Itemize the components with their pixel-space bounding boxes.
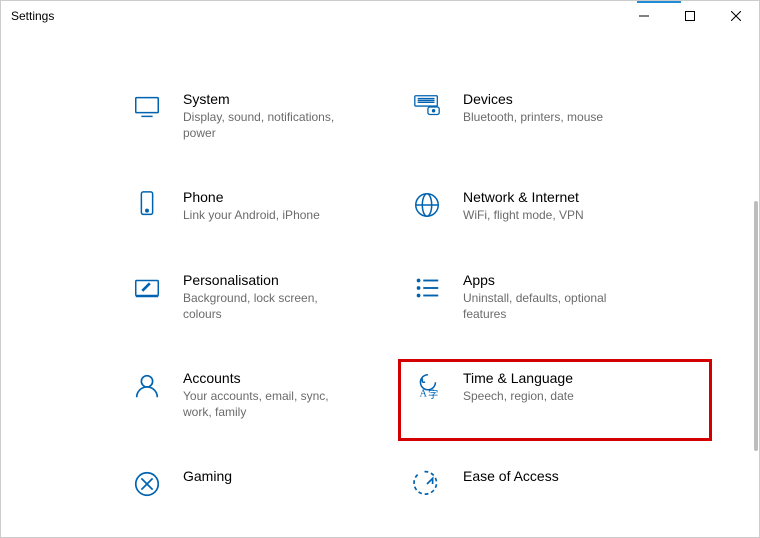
category-name: Gaming (183, 468, 232, 484)
category-desc: WiFi, flight mode, VPN (463, 207, 584, 223)
phone-icon (131, 189, 163, 221)
category-name: Ease of Access (463, 468, 559, 484)
category-desc: Speech, region, date (463, 388, 574, 404)
settings-grid: System Display, sound, notifications, po… (1, 31, 759, 500)
minimize-button[interactable] (621, 1, 667, 31)
devices-icon (411, 91, 443, 123)
category-name: Apps (463, 272, 638, 288)
category-name: Network & Internet (463, 189, 584, 205)
category-desc: Bluetooth, printers, mouse (463, 109, 603, 125)
content-area: System Display, sound, notifications, po… (1, 31, 759, 537)
category-network[interactable]: Network & Internet WiFi, flight mode, VP… (411, 189, 691, 223)
category-name: Time & Language (463, 370, 574, 386)
svg-text:A: A (420, 388, 428, 399)
category-name: Personalisation (183, 272, 358, 288)
category-name: Devices (463, 91, 603, 107)
gaming-icon (131, 468, 163, 500)
close-button[interactable] (713, 1, 759, 31)
window-title: Settings (1, 9, 54, 23)
titlebar: Settings (1, 1, 759, 31)
category-phone[interactable]: Phone Link your Android, iPhone (131, 189, 411, 223)
category-desc: Uninstall, defaults, optional features (463, 290, 638, 322)
category-accounts[interactable]: Accounts Your accounts, email, sync, wor… (131, 370, 411, 420)
category-gaming[interactable]: Gaming (131, 468, 411, 500)
category-devices[interactable]: Devices Bluetooth, printers, mouse (411, 91, 691, 141)
maximize-button[interactable] (667, 1, 713, 31)
category-desc: Display, sound, notifications, power (183, 109, 358, 141)
ease-of-access-icon (411, 468, 443, 500)
time-language-icon: A 字 (411, 370, 443, 402)
category-time-language[interactable]: A 字 Time & Language Speech, region, date (398, 359, 712, 441)
network-icon (411, 189, 443, 221)
category-desc: Link your Android, iPhone (183, 207, 320, 223)
category-ease-of-access[interactable]: Ease of Access (411, 468, 691, 500)
svg-text:字: 字 (428, 388, 438, 401)
category-desc: Background, lock screen, colours (183, 290, 358, 322)
category-system[interactable]: System Display, sound, notifications, po… (131, 91, 411, 141)
category-name: Phone (183, 189, 320, 205)
system-icon (131, 91, 163, 123)
category-desc: Your accounts, email, sync, work, family (183, 388, 358, 420)
apps-icon (411, 272, 443, 304)
category-name: System (183, 91, 358, 107)
accounts-icon (131, 370, 163, 402)
category-apps[interactable]: Apps Uninstall, defaults, optional featu… (411, 272, 691, 322)
personalisation-icon (131, 272, 163, 304)
scrollbar-thumb[interactable] (754, 201, 758, 451)
tab-accent-bar (637, 1, 681, 3)
category-personalisation[interactable]: Personalisation Background, lock screen,… (131, 272, 411, 322)
category-name: Accounts (183, 370, 358, 386)
